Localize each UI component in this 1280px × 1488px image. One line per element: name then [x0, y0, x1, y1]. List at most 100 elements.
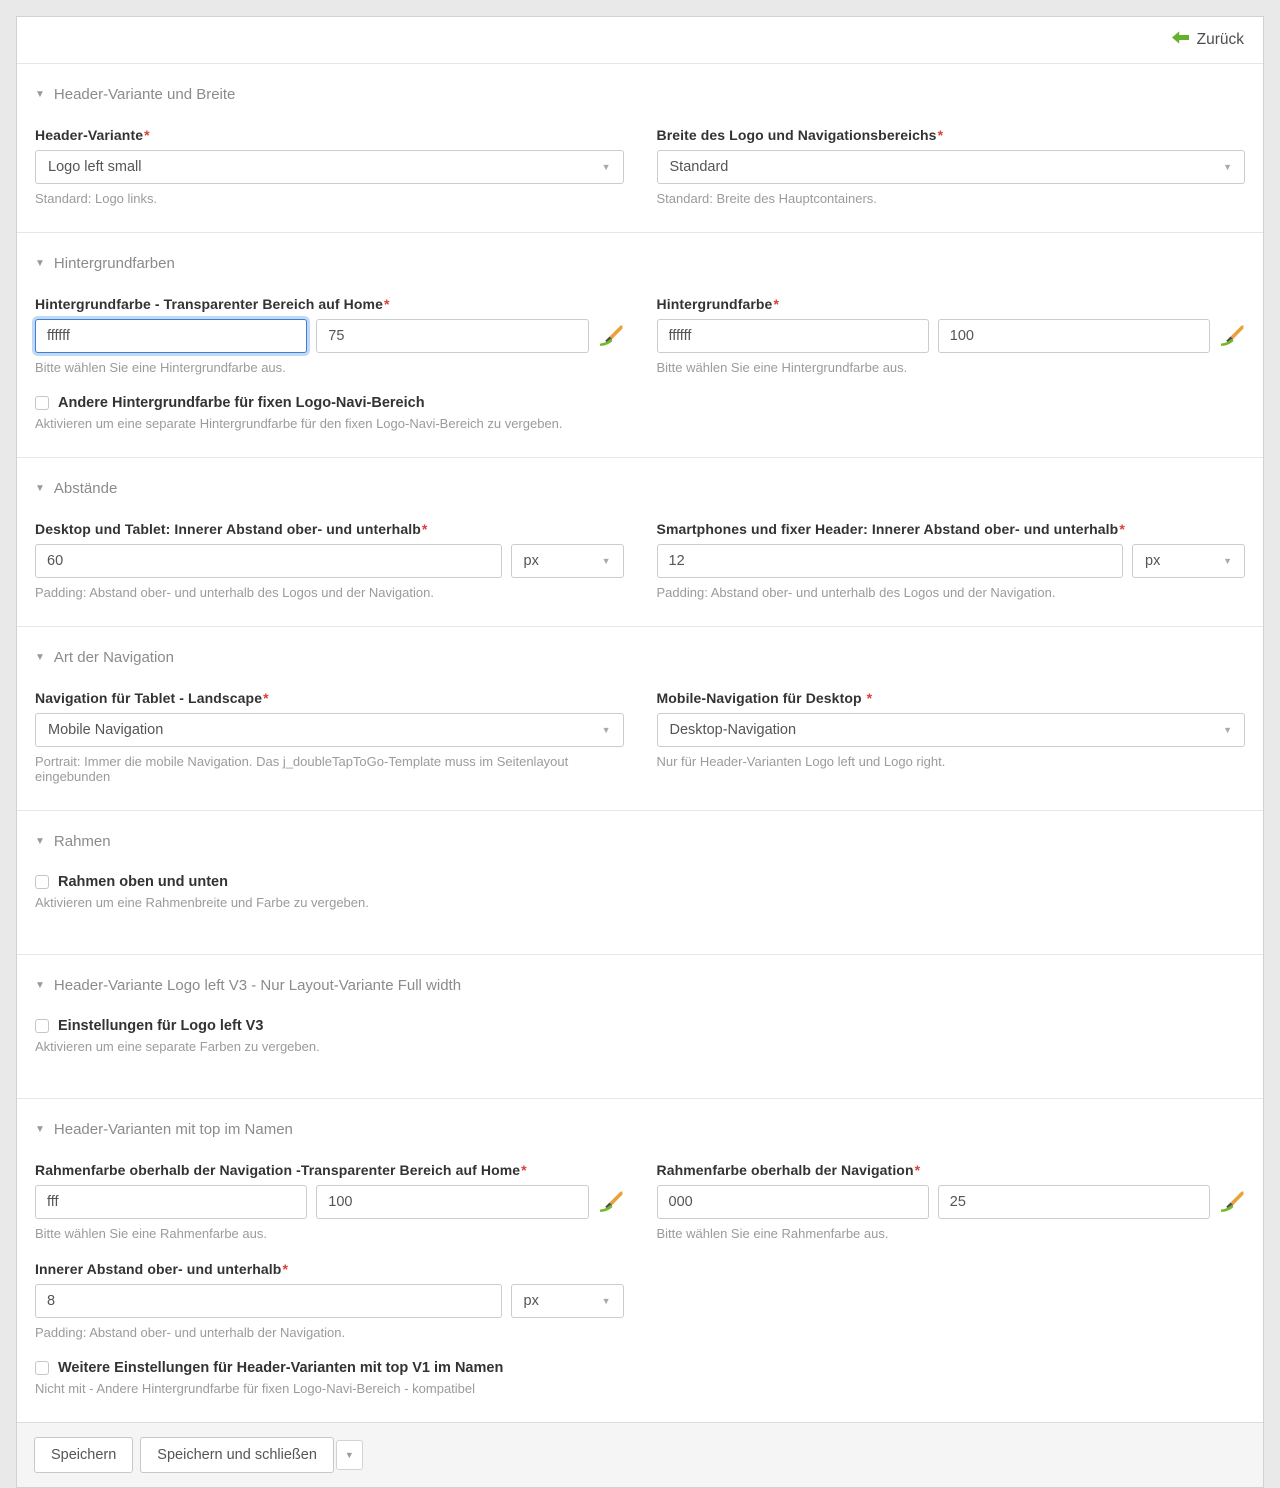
color-hex-input[interactable] [35, 1185, 307, 1219]
required-marker: * [915, 1162, 921, 1178]
checkbox-weitere-einstellungen-top-v1: Weitere Einstellungen für Header-Variant… [35, 1360, 1245, 1376]
checkbox[interactable] [35, 1361, 49, 1375]
field-description: Standard: Breite des Hauptcontainers. [657, 191, 1246, 206]
field-description: Bitte wählen Sie eine Rahmenfarbe aus. [657, 1226, 1246, 1241]
section-abstaende: ▼ Abstände Desktop und Tablet: Innerer A… [17, 457, 1263, 626]
header-variante-select[interactable]: Logo left small ▼ [35, 150, 624, 184]
select-value: px [524, 553, 539, 569]
unit-select[interactable]: px ▼ [511, 544, 624, 578]
desktop-navigation-select[interactable]: Desktop-Navigation ▼ [657, 713, 1246, 747]
field-label: Navigation für Tablet - Landscape* [35, 690, 624, 706]
required-marker: * [773, 296, 779, 312]
field-header-variante: Header-Variante* Logo left small ▼ Stand… [35, 127, 624, 206]
section-rahmen: ▼ Rahmen Rahmen oben und unten Aktiviere… [17, 810, 1263, 954]
tablet-navigation-select[interactable]: Mobile Navigation ▼ [35, 713, 624, 747]
collapse-icon: ▼ [35, 259, 45, 269]
save-options-dropdown-button[interactable]: ▼ [336, 1440, 363, 1470]
field-padding-smartphone: Smartphones und fixer Header: Innerer Ab… [657, 521, 1246, 600]
back-arrow-icon [1172, 31, 1189, 49]
color-opacity-input[interactable] [316, 319, 588, 353]
chevron-down-icon: ▼ [602, 556, 611, 566]
color-picker-button[interactable] [598, 323, 624, 349]
empty-column [657, 1261, 1246, 1340]
checkbox[interactable] [35, 875, 49, 889]
required-marker: * [867, 690, 873, 706]
brush-icon [1220, 325, 1244, 348]
checkbox-label[interactable]: Rahmen oben und unten [58, 874, 228, 890]
checkbox-label[interactable]: Weitere Einstellungen für Header-Variant… [58, 1360, 503, 1376]
required-marker: * [263, 690, 269, 706]
field-label: Hintergrundfarbe* [657, 296, 1246, 312]
required-marker: * [938, 127, 944, 143]
select-value: Standard [670, 159, 729, 175]
collapse-icon: ▼ [35, 653, 45, 663]
collapse-icon: ▼ [35, 837, 45, 847]
checkbox-label[interactable]: Einstellungen für Logo left V3 [58, 1018, 263, 1034]
section-toggle-logo-left-v3[interactable]: ▼ Header-Variante Logo left V3 - Nur Lay… [35, 977, 1245, 994]
required-marker: * [1119, 521, 1125, 537]
save-button[interactable]: Speichern [34, 1437, 133, 1473]
collapse-icon: ▼ [35, 981, 45, 991]
section-title-text: Rahmen [54, 833, 111, 850]
field-description: Nur für Header-Varianten Logo left und L… [657, 754, 1246, 769]
section-toggle-navigation[interactable]: ▼ Art der Navigation [35, 649, 1245, 666]
field-rahmenfarbe-transparent: Rahmenfarbe oberhalb der Navigation -Tra… [35, 1162, 624, 1241]
field-label: Mobile-Navigation für Desktop * [657, 690, 1246, 706]
section-title-text: Abstände [54, 480, 117, 497]
unit-select[interactable]: px ▼ [511, 1284, 624, 1318]
color-opacity-input[interactable] [316, 1185, 588, 1219]
field-breite-logo-navi: Breite des Logo und Navigationsbereichs*… [657, 127, 1246, 206]
chevron-down-icon: ▼ [602, 725, 611, 735]
field-label: Rahmenfarbe oberhalb der Navigation -Tra… [35, 1162, 624, 1178]
color-hex-input[interactable] [657, 319, 929, 353]
field-description: Standard: Logo links. [35, 191, 624, 206]
color-hex-input[interactable] [35, 319, 307, 353]
section-top-varianten: ▼ Header-Varianten mit top im Namen Rahm… [17, 1098, 1263, 1422]
section-toggle-header-variante[interactable]: ▼ Header-Variante und Breite [35, 86, 1245, 103]
breite-select[interactable]: Standard ▼ [657, 150, 1246, 184]
checkbox-einstellungen-logo-left-v3: Einstellungen für Logo left V3 [35, 1018, 1245, 1034]
section-title-text: Art der Navigation [54, 649, 174, 666]
color-opacity-input[interactable] [938, 1185, 1210, 1219]
color-opacity-input[interactable] [938, 319, 1210, 353]
field-description: Bitte wählen Sie eine Rahmenfarbe aus. [35, 1226, 624, 1241]
field-label: Hintergrundfarbe - Transparenter Bereich… [35, 296, 624, 312]
field-innerer-abstand-navigation: Innerer Abstand ober- und unterhalb* px … [35, 1261, 624, 1340]
section-hintergrundfarben: ▼ Hintergrundfarben Hintergrundfarbe - T… [17, 232, 1263, 457]
checkbox-label[interactable]: Andere Hintergrundfarbe für fixen Logo-N… [58, 395, 425, 411]
field-label: Innerer Abstand ober- und unterhalb* [35, 1261, 624, 1277]
section-navigation: ▼ Art der Navigation Navigation für Tabl… [17, 626, 1263, 810]
field-label: Header-Variante* [35, 127, 624, 143]
field-label: Breite des Logo und Navigationsbereichs* [657, 127, 1246, 143]
section-toggle-abstaende[interactable]: ▼ Abstände [35, 480, 1245, 497]
select-value: Logo left small [48, 159, 142, 175]
checkbox[interactable] [35, 396, 49, 410]
section-toggle-top-varianten[interactable]: ▼ Header-Varianten mit top im Namen [35, 1121, 1245, 1138]
field-padding-desktop: Desktop und Tablet: Innerer Abstand ober… [35, 521, 624, 600]
checkbox-andere-hintergrundfarbe: Andere Hintergrundfarbe für fixen Logo-N… [35, 395, 1245, 411]
collapse-icon: ▼ [35, 1125, 45, 1135]
field-label: Desktop und Tablet: Innerer Abstand ober… [35, 521, 624, 537]
padding-value-input[interactable] [35, 1284, 502, 1318]
unit-select[interactable]: px ▼ [1132, 544, 1245, 578]
color-picker-button[interactable] [598, 1189, 624, 1215]
color-hex-input[interactable] [657, 1185, 929, 1219]
chevron-down-icon: ▼ [602, 1296, 611, 1306]
field-description: Padding: Abstand ober- und unterhalb des… [657, 585, 1246, 600]
checkbox-description: Aktivieren um eine Rahmenbreite und Farb… [35, 895, 1245, 910]
required-marker: * [282, 1261, 288, 1277]
brush-icon [1220, 1191, 1244, 1214]
collapse-icon: ▼ [35, 484, 45, 494]
save-and-close-button[interactable]: Speichern und schließen [140, 1437, 334, 1473]
checkbox[interactable] [35, 1019, 49, 1033]
padding-value-input[interactable] [657, 544, 1124, 578]
padding-value-input[interactable] [35, 544, 502, 578]
chevron-down-icon: ▼ [1223, 556, 1232, 566]
field-description: Portrait: Immer die mobile Navigation. D… [35, 754, 624, 784]
color-picker-button[interactable] [1219, 323, 1245, 349]
section-toggle-rahmen[interactable]: ▼ Rahmen [35, 833, 1245, 850]
back-button[interactable]: Zurück [1172, 31, 1244, 49]
section-toggle-hintergrundfarben[interactable]: ▼ Hintergrundfarben [35, 255, 1245, 272]
select-value: Desktop-Navigation [670, 722, 797, 738]
color-picker-button[interactable] [1219, 1189, 1245, 1215]
